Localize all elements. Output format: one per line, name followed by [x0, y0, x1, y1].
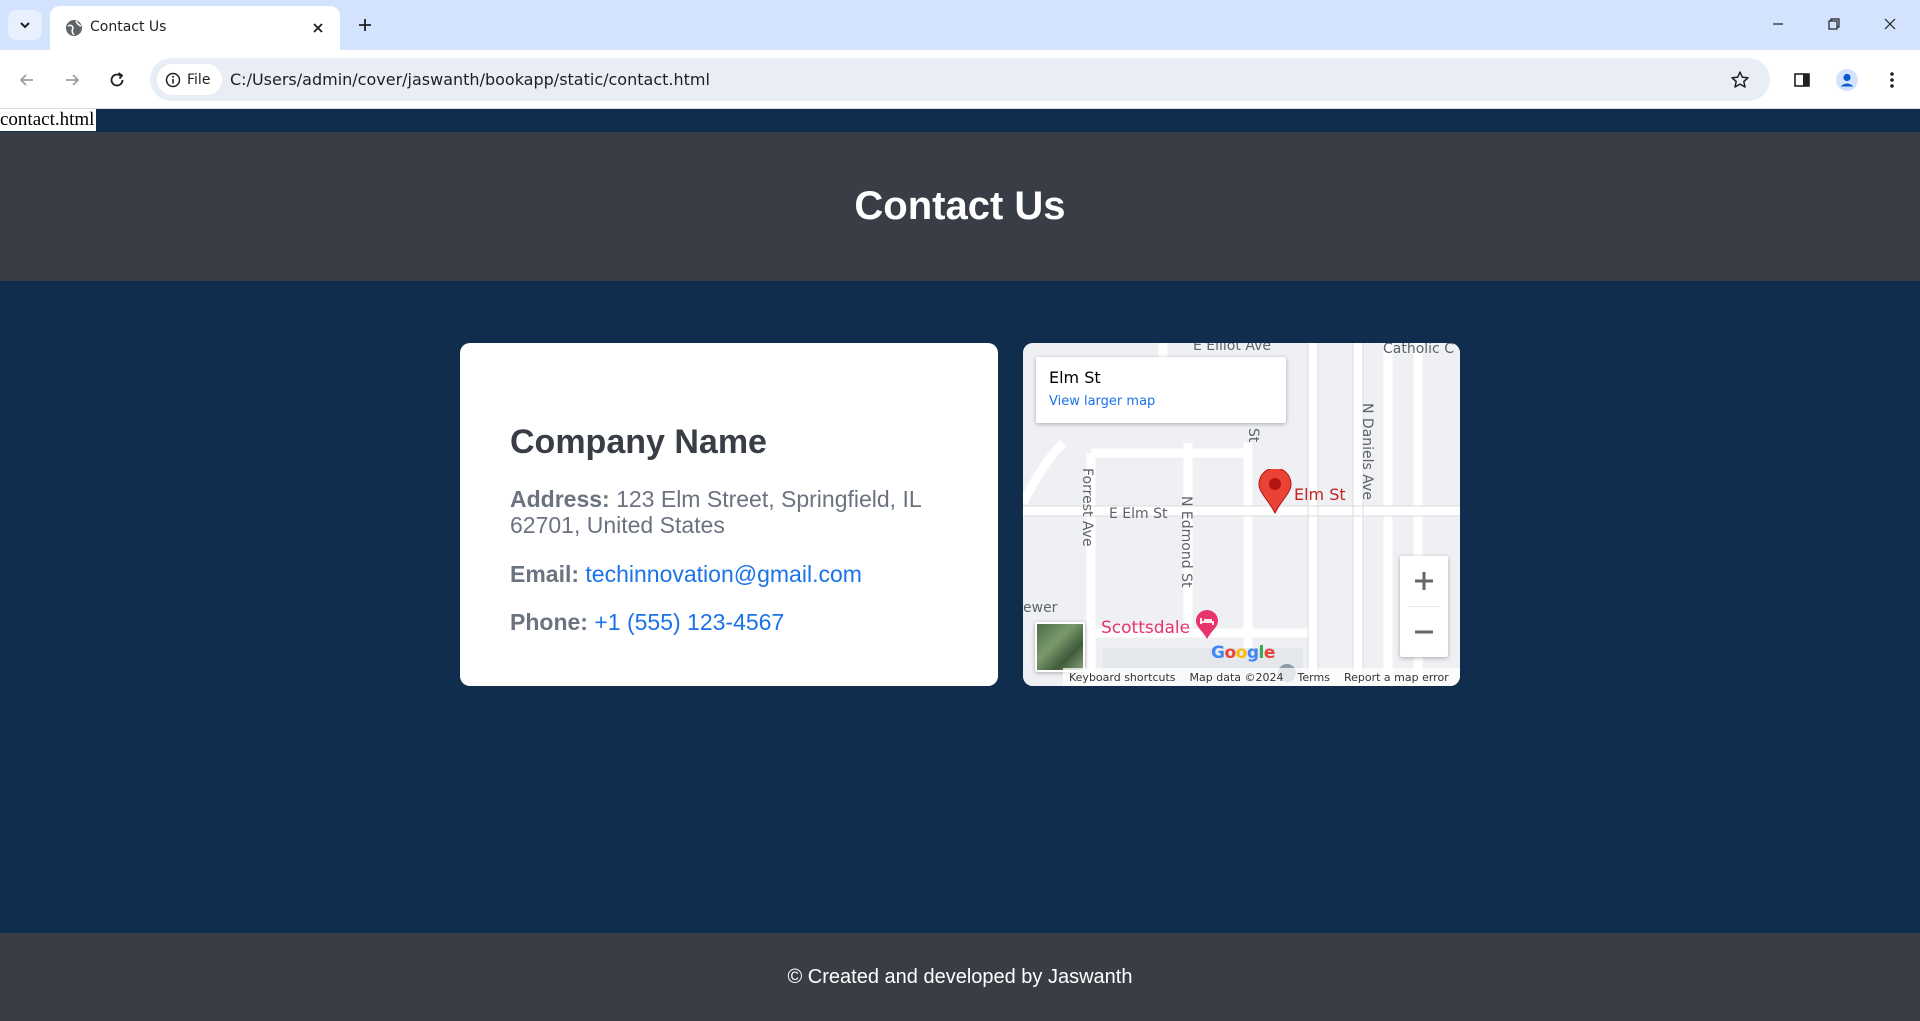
map-info-card: Elm St View larger map — [1036, 357, 1286, 423]
page-title: Contact Us — [854, 184, 1066, 228]
back-button[interactable] — [11, 64, 43, 96]
contact-card: Company Name Address: 123 Elm Street, Sp… — [460, 343, 998, 686]
email-label: Email: — [510, 561, 580, 587]
phone-line: Phone: +1 (555) 123-4567 — [510, 609, 950, 635]
side-panel-button[interactable] — [1786, 64, 1818, 96]
browser-tabstrip: Contact Us — [0, 0, 1920, 50]
reload-button[interactable] — [101, 64, 133, 96]
profile-button[interactable] — [1831, 64, 1863, 96]
page-footer: © Created and developed by Jaswanth — [0, 933, 1920, 1021]
zoom-controls — [1400, 556, 1448, 657]
profile-avatar-icon — [1836, 69, 1858, 91]
reload-icon — [110, 72, 124, 87]
map-data-text: Map data ©2024 — [1189, 670, 1284, 684]
side-panel-icon — [1794, 73, 1810, 87]
address-label: Address: — [510, 486, 610, 512]
globe-icon — [66, 20, 82, 36]
terms-link[interactable]: Terms — [1298, 671, 1330, 684]
page-header: Contact Us — [0, 132, 1920, 281]
close-icon — [1884, 18, 1896, 30]
company-name: Company Name — [510, 423, 767, 461]
minimize-button[interactable] — [1758, 8, 1798, 40]
menu-button[interactable] — [1876, 64, 1908, 96]
poi-label[interactable]: Scottsdale — [1101, 618, 1190, 638]
tab-search-button[interactable] — [8, 10, 42, 40]
view-larger-map-link[interactable]: View larger map — [1049, 394, 1155, 409]
minimize-icon — [1773, 23, 1783, 25]
page-filename-text: contact.html — [0, 109, 97, 131]
browser-tab[interactable]: Contact Us — [50, 6, 340, 50]
arrow-left-icon — [19, 74, 33, 86]
email-line: Email: techinnovation@gmail.com — [510, 561, 950, 587]
address-line: Address: 123 Elm Street, Springfield, IL… — [510, 486, 950, 538]
new-tab-button[interactable] — [352, 12, 378, 38]
address-bar[interactable]: File C:/Users/admin/cover/jaswanth/booka… — [150, 58, 1770, 101]
close-icon — [313, 23, 323, 33]
arrow-right-icon — [66, 74, 80, 86]
plus-icon — [359, 19, 371, 31]
phone-label: Phone: — [510, 609, 588, 635]
site-chip-label: File — [187, 71, 211, 88]
satellite-layer-toggle[interactable] — [1035, 622, 1085, 672]
info-icon — [165, 72, 181, 87]
pin-label: Elm St — [1294, 485, 1346, 504]
footer-text: © Created and developed by Jaswanth — [787, 965, 1133, 988]
report-error-link[interactable]: Report a map error — [1344, 671, 1449, 684]
street-label: E Elliot Ave — [1193, 343, 1271, 354]
bookmark-button[interactable] — [1728, 68, 1752, 92]
restore-button[interactable] — [1814, 8, 1854, 40]
plus-icon — [1415, 572, 1433, 590]
zoom-in-button[interactable] — [1400, 556, 1448, 606]
tab-title: Contact Us — [90, 19, 167, 35]
restore-icon — [1828, 18, 1840, 30]
street-label: ewer — [1023, 600, 1058, 616]
tab-close-button[interactable] — [308, 18, 328, 38]
browser-toolbar: File C:/Users/admin/cover/jaswanth/booka… — [0, 50, 1920, 109]
street-label: Forrest Ave — [1079, 468, 1095, 547]
embedded-map[interactable]: E Elliot Ave Catholic C N Daniels Ave St… — [1023, 343, 1460, 686]
url-text[interactable]: C:/Users/admin/cover/jaswanth/bookapp/st… — [230, 70, 710, 89]
map-place-title: Elm St — [1049, 368, 1101, 387]
google-logo: Google — [1211, 643, 1275, 663]
street-label: N Daniels Ave — [1359, 403, 1375, 500]
zoom-out-button[interactable] — [1400, 607, 1448, 657]
street-label: St — [1245, 428, 1261, 443]
keyboard-shortcuts-link[interactable]: Keyboard shortcuts — [1069, 671, 1176, 684]
site-info-chip[interactable]: File — [157, 64, 223, 95]
star-icon — [1731, 71, 1749, 88]
more-vertical-icon — [1890, 72, 1894, 88]
hotel-icon[interactable] — [1195, 610, 1219, 640]
phone-link[interactable]: +1 (555) 123-4567 — [594, 609, 784, 635]
street-label: N Edmond St — [1178, 496, 1194, 588]
street-label: E Elm St — [1109, 506, 1168, 522]
street-label: Catholic C — [1383, 343, 1454, 357]
map-pin-icon[interactable] — [1258, 469, 1292, 515]
chevron-down-icon — [20, 22, 30, 29]
close-window-button[interactable] — [1870, 8, 1910, 40]
forward-button[interactable] — [56, 64, 88, 96]
map-attribution-bar: Keyboard shortcuts Map data ©2024 Terms … — [1063, 668, 1460, 686]
minus-icon — [1415, 630, 1433, 634]
email-link[interactable]: techinnovation@gmail.com — [585, 561, 861, 587]
